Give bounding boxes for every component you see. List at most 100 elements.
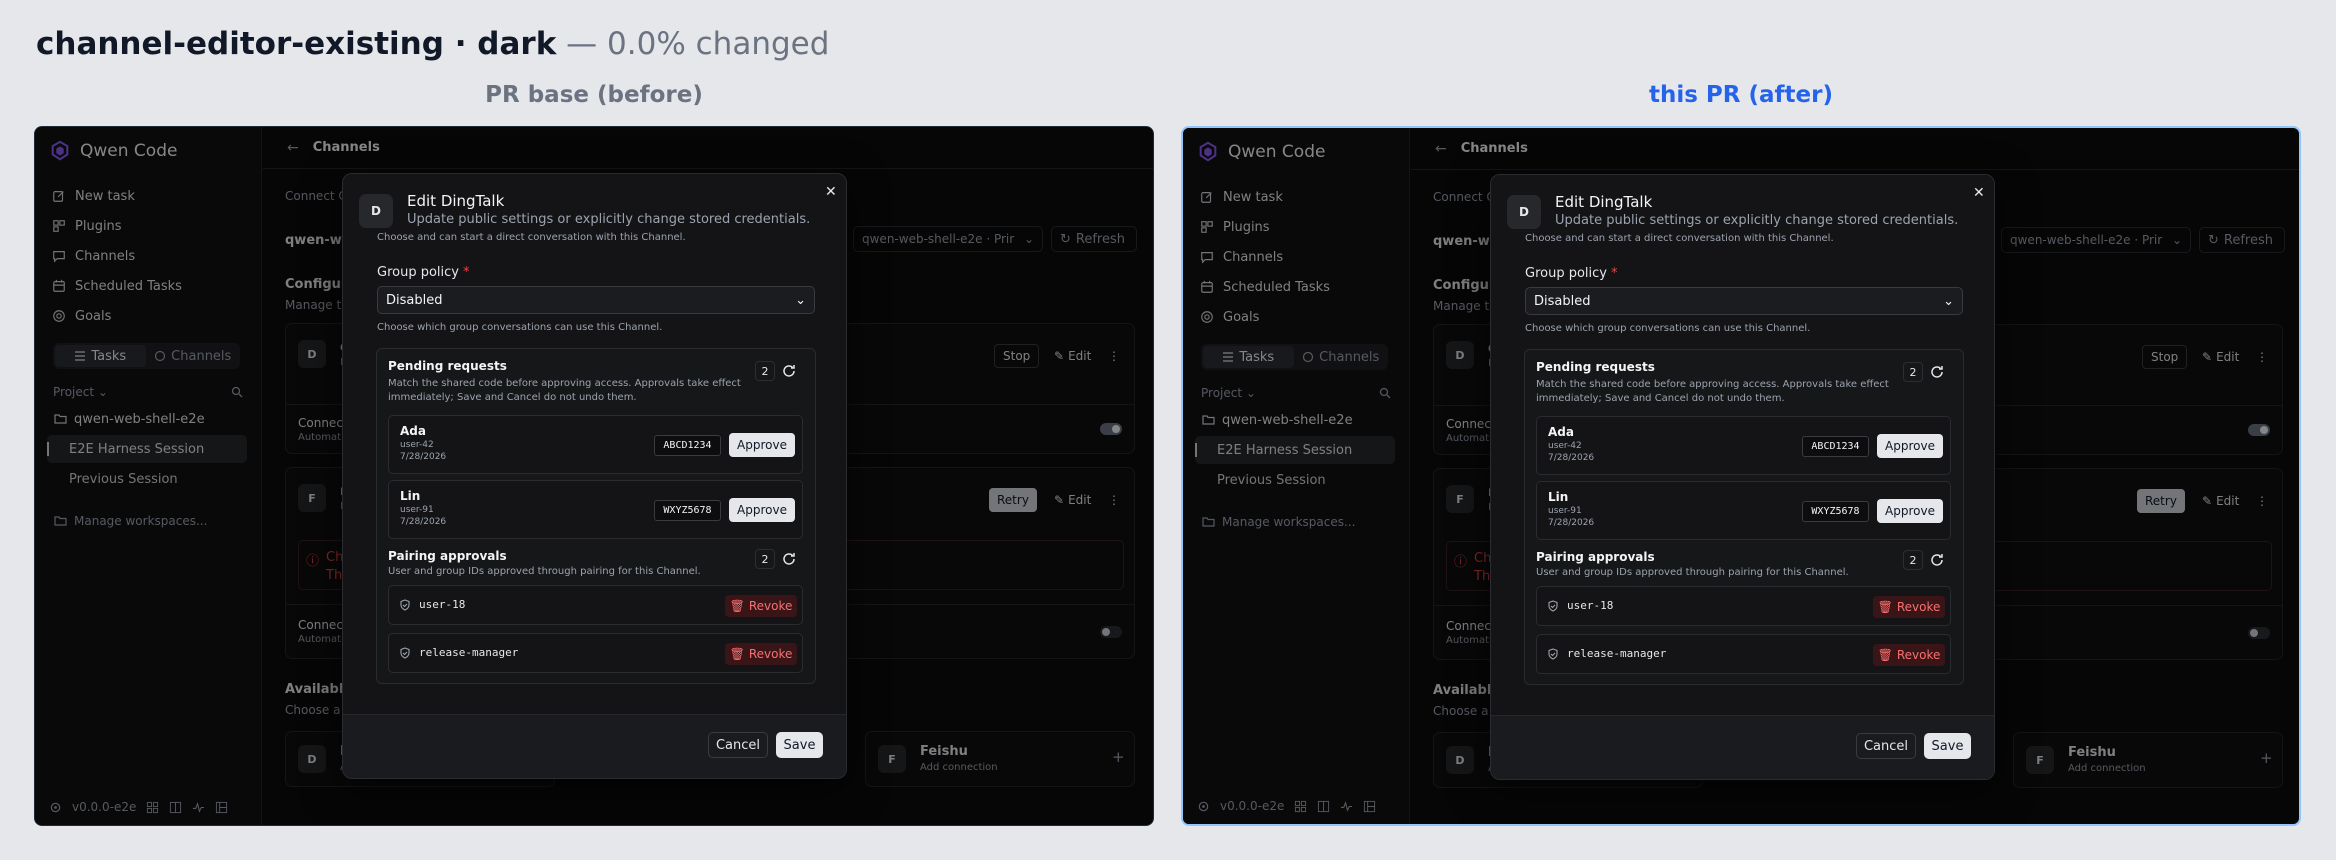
pending-description: Match the shared code before approving a… (1536, 379, 1889, 404)
pairing-user-id: release-manager (1567, 647, 1667, 660)
pairing-title: Pairing approvals (388, 549, 507, 563)
dialog-footer: Cancel Save (1491, 715, 1994, 779)
save-button[interactable]: Save (1924, 733, 1971, 759)
save-button[interactable]: Save (776, 732, 823, 758)
pairing-description: User and group IDs approved through pair… (388, 566, 701, 577)
pairing-item: user-18 🗑 Revoke (1536, 586, 1951, 626)
pairing-count: 2 (755, 549, 775, 569)
trash-icon: 🗑 (729, 647, 745, 661)
pairing-user: user-18 (399, 598, 465, 611)
revoke-label: Revoke (1896, 600, 1941, 614)
revoke-button[interactable]: 🗑 Revoke (725, 595, 797, 617)
shield-icon (1548, 599, 1558, 612)
revoke-button[interactable]: 🗑 Revoke (725, 643, 797, 665)
close-icon[interactable]: ✕ (1973, 185, 1985, 201)
pairing-user-id: release-manager (419, 646, 519, 659)
pending-count: 2 (1903, 362, 1923, 382)
pairing-user: user-18 (1547, 599, 1613, 612)
request-name: Ada (400, 424, 426, 438)
dialog-subtitle: Update public settings or explicitly cha… (407, 212, 811, 227)
group-policy-select[interactable]: Disabled ⌄ (377, 286, 815, 314)
pairing-description: User and group IDs approved through pair… (1536, 567, 1849, 578)
page-heading: channel-editor-existing · dark — 0.0% ch… (36, 26, 829, 62)
pairing-item: user-18 🗑 Revoke (388, 585, 803, 625)
refresh-icon[interactable] (781, 363, 797, 379)
approve-button[interactable]: Approve (1877, 434, 1943, 458)
request-user-id: user-42 (400, 440, 434, 450)
pairing-user-id: user-18 (1567, 599, 1614, 612)
required-mark: * (1610, 266, 1618, 281)
cancel-button[interactable]: Cancel (708, 732, 768, 758)
dialog-avatar: D (1507, 195, 1541, 229)
group-policy-help: Choose which group conversations can use… (377, 322, 663, 333)
close-icon[interactable]: ✕ (825, 184, 837, 200)
pairing-user: release-manager (399, 646, 518, 659)
revoke-label: Revoke (1896, 648, 1941, 662)
request-card-lin: Lin user-91 7/28/2026 WXYZ5678 Approve (388, 480, 803, 539)
pairing-code: ABCD1234 (654, 435, 721, 456)
select-value: Disabled (386, 292, 443, 308)
trash-icon: 🗑 (1877, 600, 1893, 614)
approve-button[interactable]: Approve (729, 498, 795, 522)
request-name: Ada (1548, 425, 1574, 439)
request-date: 7/28/2026 (1548, 518, 1595, 528)
approve-button[interactable]: Approve (729, 433, 795, 457)
approve-button[interactable]: Approve (1877, 499, 1943, 523)
required-mark: * (462, 265, 470, 280)
pending-title: Pending requests (1536, 360, 1655, 374)
pending-description: Match the shared code before approving a… (388, 378, 741, 403)
cancel-button[interactable]: Cancel (1856, 733, 1916, 759)
request-date: 7/28/2026 (1548, 453, 1595, 463)
chevron-down-icon: ⌄ (795, 292, 806, 308)
truncated-help-text: Choose and can start a direct conversati… (1525, 233, 1834, 244)
request-card-ada: Ada user-42 7/28/2026 ABCD1234 Approve (388, 415, 803, 474)
pairing-user-id: user-18 (419, 598, 466, 611)
truncated-help-text: Choose and can start a direct conversati… (377, 232, 686, 243)
revoke-label: Revoke (748, 599, 793, 613)
dialog-avatar: D (359, 194, 393, 228)
pairing-item: release-manager 🗑 Revoke (388, 633, 803, 673)
edit-dingtalk-dialog: Choose and can start a direct conversati… (342, 173, 847, 779)
group-policy-select[interactable]: Disabled ⌄ (1525, 287, 1963, 315)
dialog-title: Edit DingTalk (1555, 193, 1653, 211)
screenshot-before: Qwen Code New task Plugins Channels Sche… (34, 126, 1154, 826)
pending-title: Pending requests (388, 359, 507, 373)
pairing-count: 2 (1903, 550, 1923, 570)
label-text: Group policy (1525, 266, 1607, 281)
chevron-down-icon: ⌄ (1943, 293, 1954, 309)
trash-icon: 🗑 (1877, 648, 1893, 662)
revoke-button[interactable]: 🗑 Revoke (1873, 596, 1945, 618)
change-summary: — 0.0% changed (566, 26, 830, 62)
request-name: Lin (1548, 490, 1569, 504)
select-value: Disabled (1534, 293, 1591, 309)
refresh-icon[interactable] (1929, 552, 1945, 568)
pairing-code: WXYZ5678 (654, 500, 721, 521)
request-card-ada: Ada user-42 7/28/2026 ABCD1234 Approve (1536, 416, 1951, 475)
shield-icon (400, 646, 410, 659)
request-user-id: user-91 (1548, 506, 1582, 516)
request-date: 7/28/2026 (400, 452, 447, 462)
group-policy-label: Group policy * (1525, 266, 1617, 281)
shield-icon (1548, 647, 1558, 660)
pairing-user: release-manager (1547, 647, 1666, 660)
refresh-icon[interactable] (781, 551, 797, 567)
pairing-code: ABCD1234 (1802, 436, 1869, 457)
dialog-header: D Edit DingTalk Update public settings o… (343, 174, 846, 232)
dialog-title: Edit DingTalk (407, 192, 505, 210)
revoke-button[interactable]: 🗑 Revoke (1873, 644, 1945, 666)
dialog-subtitle: Update public settings or explicitly cha… (1555, 213, 1959, 228)
edit-dingtalk-dialog: Choose and can start a direct conversati… (1490, 174, 1995, 780)
request-name: Lin (400, 489, 421, 503)
access-section: Pending requests Match the shared code b… (1524, 349, 1964, 685)
screenshot-after: Qwen Code New task Plugins Channels Sche… (1181, 126, 2301, 826)
before-label: PR base (before) (485, 82, 703, 108)
request-user-id: user-91 (400, 505, 434, 515)
group-policy-help: Choose which group conversations can use… (1525, 323, 1811, 334)
refresh-icon[interactable] (1929, 364, 1945, 380)
page-title: channel-editor-existing · dark (36, 26, 557, 62)
pairing-code: WXYZ5678 (1802, 501, 1869, 522)
after-label: this PR (after) (1648, 82, 1833, 108)
shield-icon (400, 598, 410, 611)
label-text: Group policy (377, 265, 459, 280)
access-section: Pending requests Match the shared code b… (376, 348, 816, 684)
